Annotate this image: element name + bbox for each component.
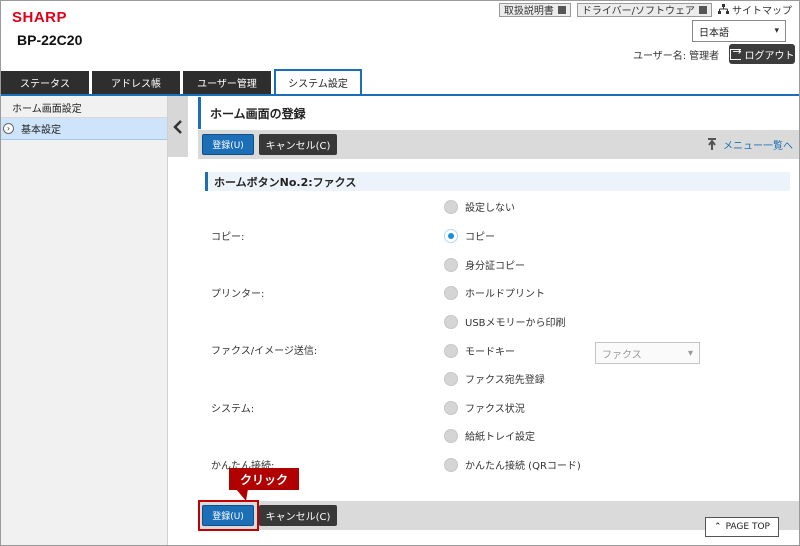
driver-software-link[interactable]: ドライバー/ソフトウェア: [576, 2, 712, 17]
sitemap-icon: [718, 4, 729, 14]
driver-link-label: ドライバー/ソフトウェア: [581, 6, 695, 17]
chevron-down-icon: ▾: [687, 347, 693, 359]
radio-fax-status[interactable]: ファクス状況: [444, 400, 525, 415]
radio-id-card-copy[interactable]: 身分証コピー: [444, 257, 525, 272]
section-title: ホームボタンNo.2:ファクス: [214, 175, 357, 189]
category-printer: プリンター:: [211, 289, 265, 300]
cancel-button-bottom[interactable]: キャンセル(C): [259, 505, 337, 526]
radio-dot: [444, 343, 458, 358]
external-link-icon: [557, 5, 566, 14]
top-action-bar: 登録(U) キャンセル(C) メニュー一覧へ: [198, 130, 799, 159]
radio-dot: [444, 400, 458, 415]
radio-label: モードキー: [465, 347, 515, 358]
cancel-button-top[interactable]: キャンセル(C): [259, 134, 337, 155]
tab-user-management[interactable]: ユーザー管理: [183, 71, 271, 94]
logout-label: ログアウト: [744, 50, 795, 62]
click-callout: クリック: [229, 468, 299, 490]
tab-status[interactable]: ステータス: [1, 71, 89, 94]
page-title: ホーム画面の登録: [210, 106, 306, 121]
radio-paper-tray-settings[interactable]: 給紙トレイ設定: [444, 428, 535, 443]
sidebar-item-basic-settings[interactable]: › 基本設定: [1, 118, 167, 140]
radio-easy-connect-qr[interactable]: かんたん接続 (QRコード): [444, 457, 581, 472]
mode-key-select[interactable]: ファクス ▾: [595, 342, 700, 364]
radio-label: かんたん接続 (QRコード): [465, 461, 581, 472]
sitemap-link[interactable]: サイトマップ: [718, 2, 792, 17]
radio-label: コピー: [465, 232, 495, 243]
radio-dot: [444, 457, 458, 472]
manual-link-label: 取扱説明書: [503, 6, 554, 17]
menu-list-link[interactable]: メニュー一覧へ: [707, 137, 793, 152]
radio-label: 身分証コピー: [465, 261, 525, 272]
radio-dot: [444, 371, 458, 386]
radio-label: ファクス状況: [465, 404, 525, 415]
radio-label: 設定しない: [465, 203, 515, 214]
user-info: ユーザー名: 管理者: [633, 47, 719, 62]
radio-dot: [444, 428, 458, 443]
chevron-down-icon: ▾: [774, 26, 779, 36]
manual-link[interactable]: 取扱説明書: [498, 2, 571, 17]
user-label: ユーザー名:: [633, 51, 687, 62]
section-heading: ホームボタンNo.2:ファクス: [205, 172, 790, 191]
chevron-left-icon: [173, 119, 182, 134]
radio-label: ファクス宛先登録: [465, 375, 545, 386]
chevron-up-icon: ⌃: [714, 522, 722, 532]
logout-button[interactable]: ログアウト: [729, 44, 795, 64]
category-copy: コピー:: [211, 232, 245, 243]
sidebar-item-label: 基本設定: [21, 125, 61, 136]
radio-dot: [444, 285, 458, 300]
sharp-logo: SHARP: [12, 9, 68, 26]
top-links: 取扱説明書 ドライバー/ソフトウェア サイトマップ: [498, 2, 792, 17]
language-select[interactable]: 日本語 ▾: [692, 20, 786, 42]
sitemap-label: サイトマップ: [732, 6, 792, 17]
language-value: 日本語: [699, 27, 729, 39]
tab-address-book[interactable]: アドレス帳: [92, 71, 180, 94]
radio-label: ホールドプリント: [465, 289, 545, 300]
category-system: システム:: [211, 404, 255, 415]
sidebar: ホーム画面設定 › 基本設定: [1, 96, 168, 545]
click-highlight-box: [198, 500, 259, 531]
page-top-label: PAGE TOP: [725, 522, 770, 532]
user-name: 管理者: [689, 51, 720, 62]
radio-dot-selected: [444, 228, 458, 243]
sidebar-collapse-button[interactable]: [168, 96, 188, 157]
tab-system-settings[interactable]: システム設定: [274, 69, 362, 94]
radio-label: 給紙トレイ設定: [465, 432, 535, 443]
radio-dot: [444, 314, 458, 329]
back-to-menu-icon: [708, 138, 716, 150]
model-name: BP-22C20: [17, 32, 83, 48]
radio-usb-print[interactable]: USBメモリーから印刷: [444, 314, 566, 329]
register-button-top[interactable]: 登録(U): [202, 134, 254, 155]
menu-list-label: メニュー一覧へ: [723, 141, 793, 152]
logout-icon: [729, 45, 742, 60]
radio-dot: [444, 257, 458, 272]
sidebar-heading: ホーム画面設定: [1, 96, 167, 118]
chevron-right-icon: ›: [3, 123, 14, 134]
mode-key-select-value: ファクス: [602, 349, 642, 361]
radio-fax-address-registration[interactable]: ファクス宛先登録: [444, 371, 545, 386]
radio-copy[interactable]: コピー: [444, 228, 495, 243]
category-fax-image-send: ファクス/イメージ送信:: [211, 346, 318, 357]
radio-hold-print[interactable]: ホールドプリント: [444, 285, 545, 300]
external-link-icon: [699, 5, 707, 14]
radio-label: USBメモリーから印刷: [465, 318, 566, 329]
radio-mode-key[interactable]: モードキー: [444, 343, 515, 358]
page-title-bar: ホーム画面の登録: [198, 97, 798, 129]
radio-dot: [444, 199, 458, 214]
page-top-button[interactable]: ⌃ PAGE TOP: [705, 517, 779, 537]
main-tabs: ステータス アドレス帳 ユーザー管理 システム設定: [1, 69, 362, 94]
radio-no-setting[interactable]: 設定しない: [444, 199, 515, 214]
